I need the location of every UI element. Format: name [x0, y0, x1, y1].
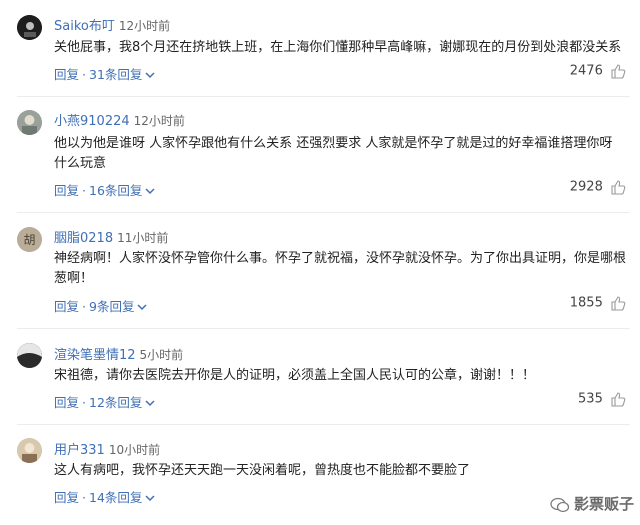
thumbs-up-icon	[611, 180, 626, 195]
reply-link[interactable]: 回复	[54, 67, 79, 82]
replies-count-link[interactable]: 12条回复	[89, 395, 142, 410]
avatar[interactable]	[17, 15, 42, 40]
comment-text: 他以为他是谁呀 人家怀孕跟他有什么关系 还强烈要求 人家就是怀孕了就是过的好幸福…	[54, 136, 613, 171]
comment-text: 神经病啊！人家怀没怀孕管你什么事。怀孕了就祝福，没怀孕就没怀孕。为了你出具证明，…	[54, 251, 627, 286]
comment-username[interactable]: 用户331	[54, 443, 105, 458]
chevron-down-icon[interactable]	[145, 495, 155, 502]
replies-count-link[interactable]: 31条回复	[89, 67, 142, 82]
wechat-logo-icon	[550, 497, 570, 512]
thumbs-up-icon	[611, 392, 626, 407]
replies-count-link[interactable]: 14条回复	[89, 490, 142, 505]
avatar-image: 胡	[17, 227, 42, 252]
avatar[interactable]: 胡	[17, 227, 42, 252]
thumbs-up-icon	[611, 64, 626, 79]
comment-text: 宋祖德，请你去医院去开你是人的证明，必须盖上全国人民认可的公章，谢谢！！！	[54, 368, 536, 383]
like-count: 2928	[569, 179, 603, 195]
avatar[interactable]	[17, 110, 42, 135]
comment-time: 5小时前	[139, 348, 184, 362]
like-count: 1855	[569, 295, 603, 311]
comment-time: 10小时前	[108, 443, 161, 457]
watermark: 影票贩子	[550, 493, 634, 514]
comment-time: 12小时前	[133, 114, 185, 128]
comment-text: 这人有病吧，我怀孕还天天跑一天没闲着呢，曾热度也不能脸都不要脸了	[54, 463, 471, 478]
reply-link[interactable]: 回复	[54, 183, 79, 198]
reply-link[interactable]: 回复	[54, 490, 79, 505]
comment-item: Saiko布叮 12小时前 关他屁事，我8个月还在挤地铁上班，在上海你们懂那种早高…	[0, 0, 640, 100]
like-button[interactable]: 1855	[570, 295, 626, 311]
chevron-down-icon[interactable]	[145, 400, 155, 407]
avatar[interactable]	[17, 438, 42, 463]
replies-count-link[interactable]: 16条回复	[89, 183, 142, 198]
avatar-image	[17, 110, 42, 135]
separator-dot: ·	[82, 395, 86, 410]
avatar-image	[17, 343, 42, 368]
like-button[interactable]: 2476	[570, 63, 626, 79]
comment-time: 12小时前	[118, 19, 171, 33]
separator-dot: ·	[82, 299, 86, 314]
comment-time: 11小时前	[117, 231, 169, 245]
reply-link[interactable]: 回复	[54, 299, 79, 314]
chevron-down-icon[interactable]	[137, 304, 147, 311]
like-button[interactable]: 535	[578, 391, 626, 407]
divider	[17, 328, 630, 329]
divider	[17, 424, 630, 425]
comment-username[interactable]: Saiko布叮	[54, 19, 115, 34]
comment-username[interactable]: 胭脂0218	[54, 231, 113, 246]
separator-dot: ·	[82, 183, 86, 198]
avatar[interactable]	[17, 343, 42, 368]
avatar-glyph: 胡	[23, 233, 35, 247]
avatar-image	[17, 15, 42, 40]
separator-dot: ·	[82, 490, 86, 505]
separator-dot: ·	[82, 67, 86, 82]
chevron-down-icon[interactable]	[145, 72, 155, 79]
chevron-down-icon[interactable]	[145, 188, 155, 195]
divider	[17, 212, 630, 213]
like-count: 535	[578, 391, 603, 407]
like-count: 2476	[569, 63, 603, 79]
divider	[17, 96, 630, 97]
comment-username[interactable]: 小燕910224	[54, 114, 130, 129]
replies-count-link[interactable]: 9条回复	[89, 299, 134, 314]
comment-username[interactable]: 渲染笔墨情12	[54, 348, 136, 363]
watermark-text: 影票贩子	[573, 495, 634, 513]
thumbs-up-icon	[611, 296, 626, 311]
like-button[interactable]: 2928	[570, 179, 626, 195]
comment-text: 关他屁事，我8个月还在挤地铁上班，在上海你们懂那种早高峰嘛，谢娜现在的月份到处浪…	[54, 40, 622, 55]
reply-link[interactable]: 回复	[54, 395, 79, 410]
avatar-image	[17, 438, 42, 463]
